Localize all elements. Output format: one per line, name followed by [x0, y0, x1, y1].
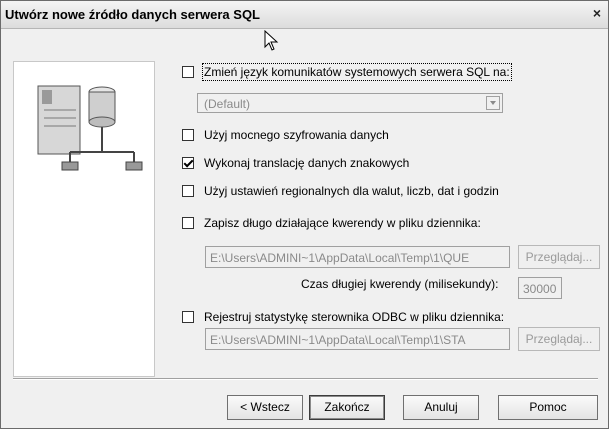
browse-stats-button[interactable]: Przeglądaj... — [518, 327, 600, 351]
save-long-queries-option[interactable]: Zapisz długo działające kwerendy w pliku… — [182, 215, 481, 231]
language-select-value: (Default) — [204, 97, 251, 111]
regional-settings-label: Użyj ustawień regionalnych dla walut, li… — [204, 184, 499, 198]
change-language-option[interactable]: Zmień język komunikatów systemowych serw… — [182, 63, 512, 81]
log-odbc-stats-label: Rejestruj statystykę sterownika ODBC w p… — [204, 310, 505, 324]
window-title: Utwórz nowe źródło danych serwera SQL — [5, 7, 260, 22]
log-odbc-stats-option[interactable]: Rejestruj statystykę sterownika ODBC w p… — [182, 309, 504, 325]
close-icon[interactable]: × — [590, 6, 604, 21]
stats-log-path-input[interactable]: E:\Users\ADMINI~1\AppData\Local\Temp\1\S… — [205, 328, 510, 350]
help-button[interactable]: Pomoc — [498, 395, 598, 420]
database-server-icon — [37, 85, 143, 171]
strong-encryption-label: Użyj mocnego szyfrowania danych — [204, 128, 389, 142]
queries-log-path-value: E:\Users\ADMINI~1\AppData\Local\Temp\1\Q… — [210, 251, 470, 265]
back-button[interactable]: < Wstecz — [227, 395, 303, 420]
char-translation-label: Wykonaj translację danych znakowych — [204, 156, 410, 170]
side-illustration-panel — [13, 61, 155, 377]
footer-separator — [13, 378, 598, 380]
long-query-time-input[interactable]: 30000 — [518, 277, 562, 299]
chevron-down-icon[interactable] — [486, 96, 500, 110]
save-long-queries-checkbox[interactable] — [182, 217, 194, 229]
save-long-queries-label: Zapisz długo działające kwerendy w pliku… — [204, 216, 481, 230]
regional-settings-checkbox[interactable] — [182, 185, 194, 197]
stats-log-path-value: E:\Users\ADMINI~1\AppData\Local\Temp\1\S… — [210, 333, 466, 347]
queries-log-path-input[interactable]: E:\Users\ADMINI~1\AppData\Local\Temp\1\Q… — [205, 246, 510, 268]
long-query-time-value: 30000 — [523, 282, 557, 296]
browse-queries-button[interactable]: Przeglądaj... — [518, 245, 600, 269]
dialog-window: Utwórz nowe źródło danych serwera SQL × … — [0, 0, 609, 429]
char-translation-option[interactable]: Wykonaj translację danych znakowych — [182, 155, 409, 171]
long-query-time-label: Czas długiej kwerendy (milisekundy): — [301, 277, 499, 291]
char-translation-checkbox[interactable] — [182, 157, 194, 169]
language-select[interactable]: (Default) — [197, 93, 503, 113]
log-odbc-stats-checkbox[interactable] — [182, 311, 194, 323]
strong-encryption-option[interactable]: Użyj mocnego szyfrowania danych — [182, 127, 389, 143]
change-language-label: Zmień język komunikatów systemowych serw… — [202, 63, 512, 81]
change-language-checkbox[interactable] — [182, 66, 194, 78]
mouse-cursor-icon — [264, 30, 279, 51]
regional-settings-option[interactable]: Użyj ustawień regionalnych dla walut, li… — [182, 183, 499, 199]
title-bar[interactable]: Utwórz nowe źródło danych serwera SQL × — [1, 1, 608, 29]
strong-encryption-checkbox[interactable] — [182, 129, 194, 141]
finish-button[interactable]: Zakończ — [309, 395, 385, 420]
cancel-button[interactable]: Anuluj — [403, 395, 479, 420]
